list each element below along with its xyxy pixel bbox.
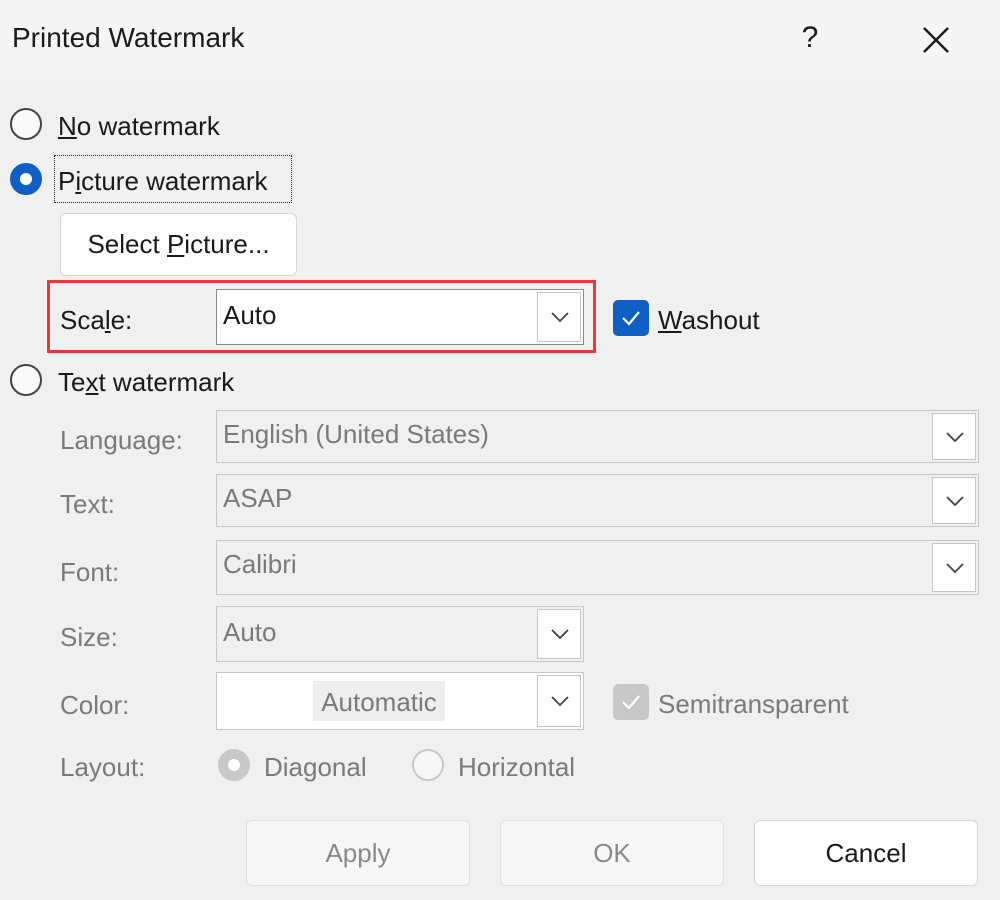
help-button[interactable]: ? xyxy=(790,18,830,58)
scale-dropdown[interactable]: Auto xyxy=(216,289,584,345)
washout-checkbox[interactable] xyxy=(613,300,649,336)
language-dropdown[interactable]: English (United States) xyxy=(216,410,979,463)
size-label: Size: xyxy=(60,622,118,652)
color-dropdown[interactable]: Automatic xyxy=(216,672,584,730)
cancel-button[interactable]: Cancel xyxy=(754,820,978,886)
close-button[interactable] xyxy=(912,18,960,62)
font-dropdown-arrow[interactable] xyxy=(932,543,976,592)
scale-value: Auto xyxy=(223,300,277,330)
layout-diagonal-radio[interactable] xyxy=(218,749,250,781)
scale-dropdown-arrow[interactable] xyxy=(537,292,581,342)
picture-watermark-label[interactable]: Picture watermark xyxy=(58,166,268,197)
text-combobox[interactable]: ASAP xyxy=(216,474,979,527)
chevron-down-icon xyxy=(551,312,569,323)
text-dropdown-arrow[interactable] xyxy=(932,477,976,524)
picture-watermark-radio[interactable] xyxy=(10,163,42,195)
text-value: ASAP xyxy=(223,483,293,513)
color-dropdown-arrow[interactable] xyxy=(537,675,581,727)
select-picture-button[interactable]: Select Picture... xyxy=(60,213,297,276)
font-label: Font: xyxy=(60,557,120,587)
language-dropdown-arrow[interactable] xyxy=(932,413,976,460)
close-icon xyxy=(923,27,949,53)
text-watermark-label[interactable]: Text watermark xyxy=(58,367,234,398)
apply-button[interactable]: Apply xyxy=(246,820,470,886)
size-dropdown-arrow[interactable] xyxy=(537,609,581,659)
semitransparent-checkbox[interactable] xyxy=(613,684,649,720)
no-watermark-label[interactable]: No watermark xyxy=(58,111,220,142)
font-value: Calibri xyxy=(223,549,297,579)
chevron-down-icon xyxy=(551,696,569,707)
chevron-down-icon xyxy=(946,431,964,442)
color-value: Automatic xyxy=(321,687,437,717)
ok-button[interactable]: OK xyxy=(500,820,724,886)
chevron-down-icon xyxy=(551,629,569,640)
checkmark-icon xyxy=(622,311,640,326)
language-value: English (United States) xyxy=(223,419,489,449)
text-label: Text: xyxy=(60,489,115,519)
size-value: Auto xyxy=(223,617,277,647)
size-dropdown[interactable]: Auto xyxy=(216,606,584,662)
chevron-down-icon xyxy=(946,562,964,573)
chevron-down-icon xyxy=(946,495,964,506)
semitransparent-label[interactable]: Semitransparent xyxy=(658,689,849,720)
layout-horizontal-label[interactable]: Horizontal xyxy=(458,752,575,783)
text-watermark-radio[interactable] xyxy=(10,364,42,396)
language-label: Language: xyxy=(60,425,183,455)
font-dropdown[interactable]: Calibri xyxy=(216,540,979,595)
layout-horizontal-radio[interactable] xyxy=(412,749,444,781)
layout-label: Layout: xyxy=(60,752,146,782)
scale-label: Scale: xyxy=(60,305,133,335)
title-bar: Printed Watermark ? xyxy=(0,0,1000,80)
layout-diagonal-label[interactable]: Diagonal xyxy=(264,752,367,783)
no-watermark-radio[interactable] xyxy=(10,108,42,140)
color-label: Color: xyxy=(60,690,130,720)
washout-label[interactable]: Washout xyxy=(658,305,760,336)
dialog-title: Printed Watermark xyxy=(12,22,245,53)
checkmark-icon xyxy=(622,695,640,710)
